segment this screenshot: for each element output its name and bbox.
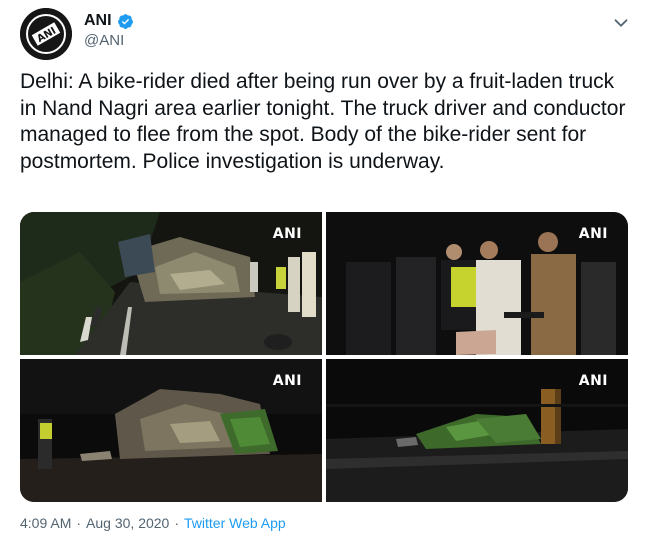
meta-separator: ·	[76, 515, 82, 531]
tweet-card: ANI ANI @ANI Delhi: A bike-rider died af…	[0, 0, 650, 540]
avatar[interactable]: ANI	[20, 8, 72, 60]
tweet-meta: 4:09 AM · Aug 30, 2020 · Twitter Web App	[20, 515, 286, 531]
photo-1[interactable]: ANI	[20, 212, 322, 355]
tweet-time[interactable]: 4:09 AM	[20, 515, 71, 531]
media-grid[interactable]: ANI ANI ANI ANI	[20, 212, 628, 502]
photo-4[interactable]: ANI	[326, 359, 628, 502]
ani-watermark: ANI	[272, 226, 302, 242]
ani-watermark: ANI	[578, 226, 608, 242]
ani-logo-icon: ANI	[20, 8, 72, 60]
verified-badge-icon	[117, 13, 133, 29]
author-name-row: ANI	[84, 12, 134, 30]
author-name[interactable]: ANI	[84, 12, 112, 30]
chevron-down-icon[interactable]	[610, 12, 632, 34]
meta-separator: ·	[174, 515, 180, 531]
tweet-source-link[interactable]: Twitter Web App	[184, 515, 286, 531]
photo-3[interactable]: ANI	[20, 359, 322, 502]
ani-watermark: ANI	[578, 373, 608, 389]
ani-watermark: ANI	[272, 373, 302, 389]
tweet-text: Delhi: A bike-rider died after being run…	[20, 70, 626, 173]
photo-2[interactable]: ANI	[326, 212, 628, 355]
author-handle[interactable]: @ANI	[84, 32, 124, 49]
tweet-date[interactable]: Aug 30, 2020	[86, 515, 169, 531]
